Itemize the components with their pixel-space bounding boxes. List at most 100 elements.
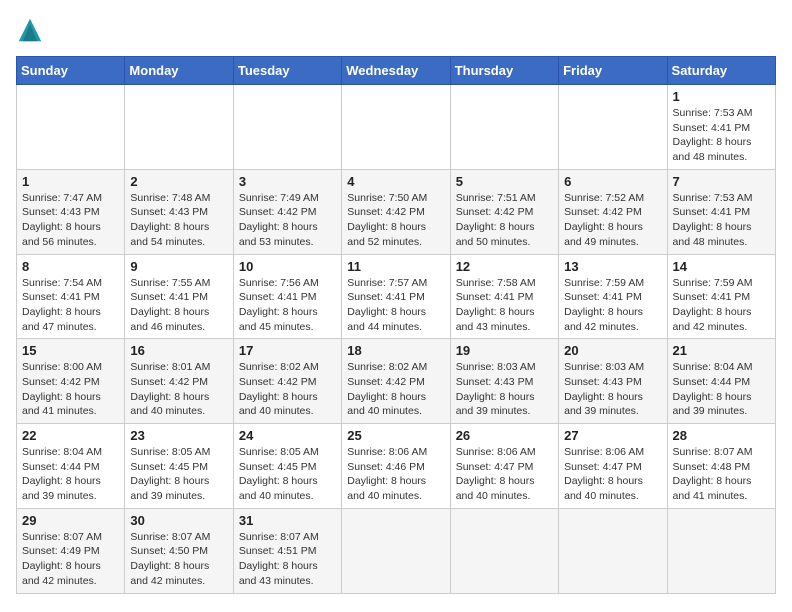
day-detail: Sunrise: 8:05 AMSunset: 4:45 PMDaylight:…: [130, 445, 227, 504]
day-header-thursday: Thursday: [450, 57, 558, 85]
calendar-cell: 7 Sunrise: 7:53 AMSunset: 4:41 PMDayligh…: [667, 169, 775, 254]
day-detail: Sunrise: 8:04 AMSunset: 4:44 PMDaylight:…: [22, 445, 119, 504]
day-detail: Sunrise: 8:02 AMSunset: 4:42 PMDaylight:…: [347, 360, 444, 419]
calendar-cell: 6 Sunrise: 7:52 AMSunset: 4:42 PMDayligh…: [559, 169, 667, 254]
day-detail: Sunrise: 8:03 AMSunset: 4:43 PMDaylight:…: [564, 360, 661, 419]
day-number: 1: [673, 89, 770, 104]
calendar-cell: [667, 508, 775, 593]
calendar-cell: 10 Sunrise: 7:56 AMSunset: 4:41 PMDaylig…: [233, 254, 341, 339]
calendar-cell: 29 Sunrise: 8:07 AMSunset: 4:49 PMDaylig…: [17, 508, 125, 593]
day-detail: Sunrise: 7:50 AMSunset: 4:42 PMDaylight:…: [347, 191, 444, 250]
day-detail: Sunrise: 8:05 AMSunset: 4:45 PMDaylight:…: [239, 445, 336, 504]
calendar-cell: [559, 508, 667, 593]
page-header: [16, 16, 776, 44]
calendar-week-2: 1 Sunrise: 7:47 AMSunset: 4:43 PMDayligh…: [17, 169, 776, 254]
day-number: 26: [456, 428, 553, 443]
day-header-wednesday: Wednesday: [342, 57, 450, 85]
day-header-saturday: Saturday: [667, 57, 775, 85]
calendar-cell: 5 Sunrise: 7:51 AMSunset: 4:42 PMDayligh…: [450, 169, 558, 254]
day-detail: Sunrise: 8:07 AMSunset: 4:48 PMDaylight:…: [673, 445, 770, 504]
day-detail: Sunrise: 7:59 AMSunset: 4:41 PMDaylight:…: [564, 276, 661, 335]
calendar-cell: 20 Sunrise: 8:03 AMSunset: 4:43 PMDaylig…: [559, 339, 667, 424]
calendar-cell: 25 Sunrise: 8:06 AMSunset: 4:46 PMDaylig…: [342, 424, 450, 509]
calendar-cell: [342, 508, 450, 593]
calendar-cell: [17, 85, 125, 170]
logo: [16, 16, 48, 44]
calendar-week-5: 22 Sunrise: 8:04 AMSunset: 4:44 PMDaylig…: [17, 424, 776, 509]
day-detail: Sunrise: 7:54 AMSunset: 4:41 PMDaylight:…: [22, 276, 119, 335]
calendar-cell: [233, 85, 341, 170]
calendar-cell: 26 Sunrise: 8:06 AMSunset: 4:47 PMDaylig…: [450, 424, 558, 509]
calendar-cell: 19 Sunrise: 8:03 AMSunset: 4:43 PMDaylig…: [450, 339, 558, 424]
calendar-cell: [342, 85, 450, 170]
calendar-week-6: 29 Sunrise: 8:07 AMSunset: 4:49 PMDaylig…: [17, 508, 776, 593]
day-detail: Sunrise: 8:07 AMSunset: 4:49 PMDaylight:…: [22, 530, 119, 589]
calendar-cell: 4 Sunrise: 7:50 AMSunset: 4:42 PMDayligh…: [342, 169, 450, 254]
day-number: 28: [673, 428, 770, 443]
day-header-monday: Monday: [125, 57, 233, 85]
calendar-cell: 31 Sunrise: 8:07 AMSunset: 4:51 PMDaylig…: [233, 508, 341, 593]
day-detail: Sunrise: 8:03 AMSunset: 4:43 PMDaylight:…: [456, 360, 553, 419]
day-number: 23: [130, 428, 227, 443]
day-number: 29: [22, 513, 119, 528]
day-number: 22: [22, 428, 119, 443]
day-number: 1: [22, 174, 119, 189]
day-number: 4: [347, 174, 444, 189]
calendar-cell: 17 Sunrise: 8:02 AMSunset: 4:42 PMDaylig…: [233, 339, 341, 424]
calendar-cell: 30 Sunrise: 8:07 AMSunset: 4:50 PMDaylig…: [125, 508, 233, 593]
day-number: 31: [239, 513, 336, 528]
day-number: 25: [347, 428, 444, 443]
calendar-cell: [125, 85, 233, 170]
day-detail: Sunrise: 7:55 AMSunset: 4:41 PMDaylight:…: [130, 276, 227, 335]
day-detail: Sunrise: 8:01 AMSunset: 4:42 PMDaylight:…: [130, 360, 227, 419]
day-detail: Sunrise: 8:07 AMSunset: 4:50 PMDaylight:…: [130, 530, 227, 589]
calendar-cell: 3 Sunrise: 7:49 AMSunset: 4:42 PMDayligh…: [233, 169, 341, 254]
logo-icon: [16, 16, 44, 44]
day-number: 13: [564, 259, 661, 274]
day-number: 27: [564, 428, 661, 443]
calendar-cell: 18 Sunrise: 8:02 AMSunset: 4:42 PMDaylig…: [342, 339, 450, 424]
day-detail: Sunrise: 7:53 AMSunset: 4:41 PMDaylight:…: [673, 191, 770, 250]
day-number: 11: [347, 259, 444, 274]
day-number: 3: [239, 174, 336, 189]
calendar-cell: 16 Sunrise: 8:01 AMSunset: 4:42 PMDaylig…: [125, 339, 233, 424]
calendar-cell: 28 Sunrise: 8:07 AMSunset: 4:48 PMDaylig…: [667, 424, 775, 509]
calendar-cell: 1 Sunrise: 7:47 AMSunset: 4:43 PMDayligh…: [17, 169, 125, 254]
day-detail: Sunrise: 7:53 AMSunset: 4:41 PMDaylight:…: [673, 106, 770, 165]
calendar-table: SundayMondayTuesdayWednesdayThursdayFrid…: [16, 56, 776, 594]
calendar-cell: 23 Sunrise: 8:05 AMSunset: 4:45 PMDaylig…: [125, 424, 233, 509]
calendar-cell: 27 Sunrise: 8:06 AMSunset: 4:47 PMDaylig…: [559, 424, 667, 509]
day-number: 17: [239, 343, 336, 358]
day-number: 7: [673, 174, 770, 189]
day-detail: Sunrise: 8:04 AMSunset: 4:44 PMDaylight:…: [673, 360, 770, 419]
day-detail: Sunrise: 7:56 AMSunset: 4:41 PMDaylight:…: [239, 276, 336, 335]
calendar-week-3: 8 Sunrise: 7:54 AMSunset: 4:41 PMDayligh…: [17, 254, 776, 339]
calendar-week-4: 15 Sunrise: 8:00 AMSunset: 4:42 PMDaylig…: [17, 339, 776, 424]
day-number: 21: [673, 343, 770, 358]
calendar-cell: [450, 85, 558, 170]
calendar-header-row: SundayMondayTuesdayWednesdayThursdayFrid…: [17, 57, 776, 85]
calendar-cell: 13 Sunrise: 7:59 AMSunset: 4:41 PMDaylig…: [559, 254, 667, 339]
day-number: 8: [22, 259, 119, 274]
day-header-friday: Friday: [559, 57, 667, 85]
calendar-cell: 11 Sunrise: 7:57 AMSunset: 4:41 PMDaylig…: [342, 254, 450, 339]
day-header-tuesday: Tuesday: [233, 57, 341, 85]
day-number: 2: [130, 174, 227, 189]
calendar-cell: 2 Sunrise: 7:48 AMSunset: 4:43 PMDayligh…: [125, 169, 233, 254]
day-number: 18: [347, 343, 444, 358]
day-detail: Sunrise: 7:51 AMSunset: 4:42 PMDaylight:…: [456, 191, 553, 250]
day-number: 15: [22, 343, 119, 358]
day-number: 9: [130, 259, 227, 274]
calendar-cell: 12 Sunrise: 7:58 AMSunset: 4:41 PMDaylig…: [450, 254, 558, 339]
day-detail: Sunrise: 8:06 AMSunset: 4:46 PMDaylight:…: [347, 445, 444, 504]
day-number: 19: [456, 343, 553, 358]
calendar-cell: 8 Sunrise: 7:54 AMSunset: 4:41 PMDayligh…: [17, 254, 125, 339]
day-detail: Sunrise: 8:00 AMSunset: 4:42 PMDaylight:…: [22, 360, 119, 419]
day-number: 24: [239, 428, 336, 443]
day-detail: Sunrise: 7:57 AMSunset: 4:41 PMDaylight:…: [347, 276, 444, 335]
day-detail: Sunrise: 8:02 AMSunset: 4:42 PMDaylight:…: [239, 360, 336, 419]
calendar-cell: 1 Sunrise: 7:53 AMSunset: 4:41 PMDayligh…: [667, 85, 775, 170]
day-detail: Sunrise: 7:52 AMSunset: 4:42 PMDaylight:…: [564, 191, 661, 250]
day-number: 14: [673, 259, 770, 274]
day-detail: Sunrise: 7:59 AMSunset: 4:41 PMDaylight:…: [673, 276, 770, 335]
